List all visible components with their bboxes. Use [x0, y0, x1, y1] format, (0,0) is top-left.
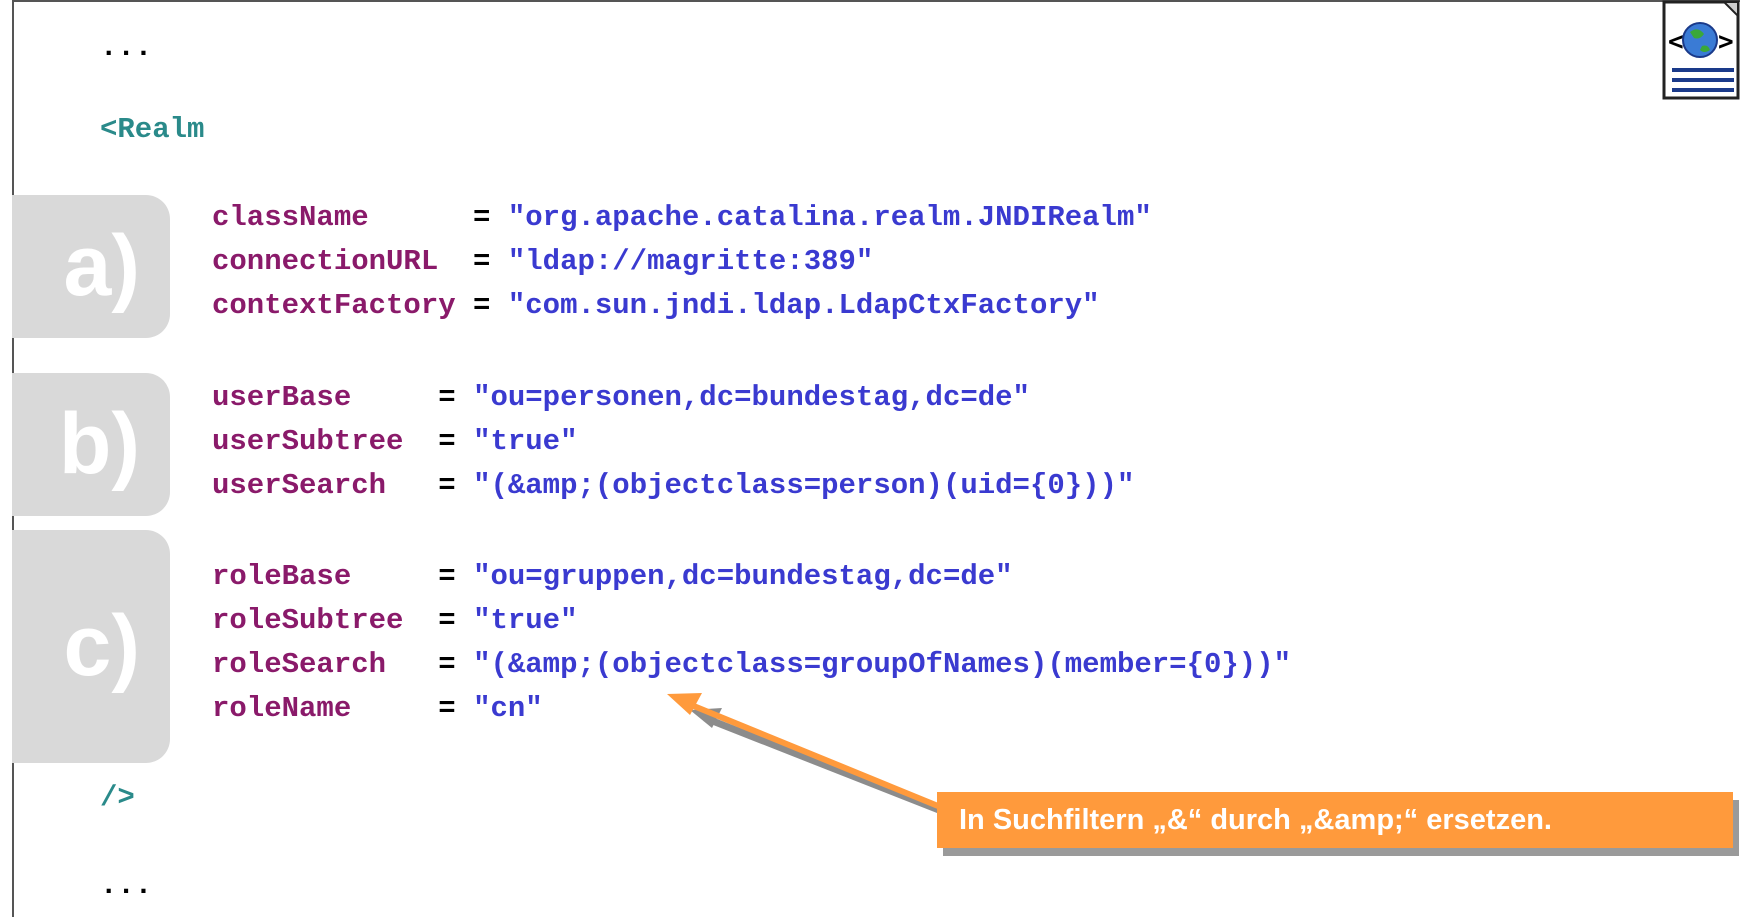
- arrow-shadow-line: [703, 714, 946, 816]
- arrow-line: [682, 699, 940, 809]
- web-page-globe-icon: < >: [1662, 0, 1740, 100]
- svg-text:>: >: [1718, 27, 1734, 57]
- callout-arrows: [667, 693, 946, 816]
- callout-note: In Suchfiltern „&“ durch „&amp;“ ersetze…: [937, 792, 1733, 848]
- svg-text:<: <: [1668, 27, 1684, 57]
